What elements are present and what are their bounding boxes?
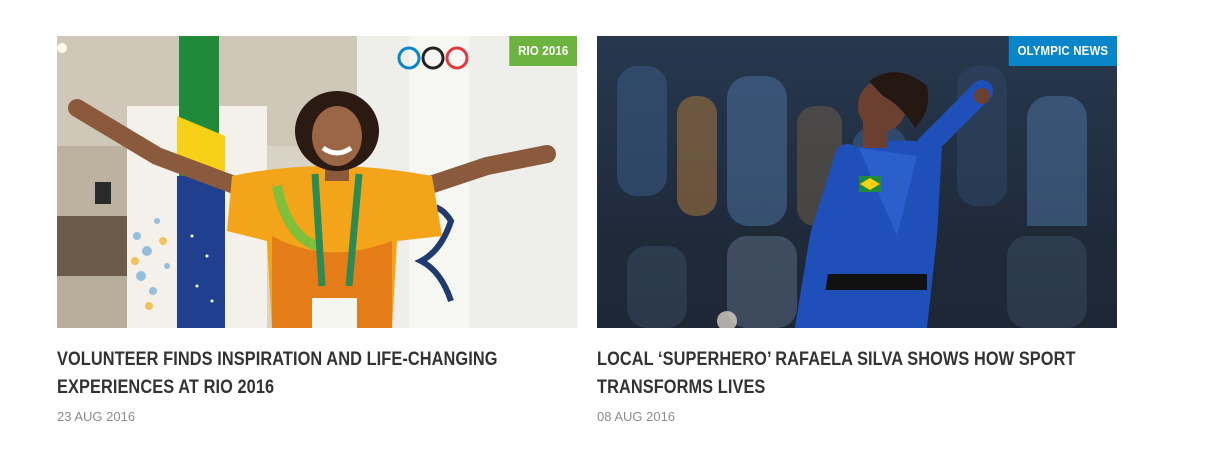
judoka-photo-illustration	[597, 36, 1117, 328]
category-badge[interactable]: RIO 2016	[509, 36, 577, 66]
judoka-photo[interactable]: OLYMPIC NEWS	[597, 36, 1117, 328]
article-title[interactable]: VOLUNTEER FINDS INSPIRATION AND LIFE-CHA…	[57, 346, 573, 402]
article-card-volunteer[interactable]: RIO 2016 VOLUNTEER FINDS INSPIRATION AND…	[57, 36, 577, 425]
article-date: 23 AUG 2016	[57, 409, 136, 424]
volunteer-photo[interactable]: RIO 2016	[57, 36, 577, 328]
volunteer-photo-illustration	[57, 36, 577, 328]
category-badge[interactable]: OLYMPIC NEWS	[1008, 36, 1117, 66]
article-title[interactable]: LOCAL ‘SUPERHERO’ RAFAELA SILVA SHOWS HO…	[597, 346, 1113, 402]
article-date: 08 AUG 2016	[597, 409, 676, 424]
article-card-rafaela-silva[interactable]: OLYMPIC NEWS LOCAL ‘SUPERHERO’ RAFAELA S…	[597, 36, 1117, 425]
